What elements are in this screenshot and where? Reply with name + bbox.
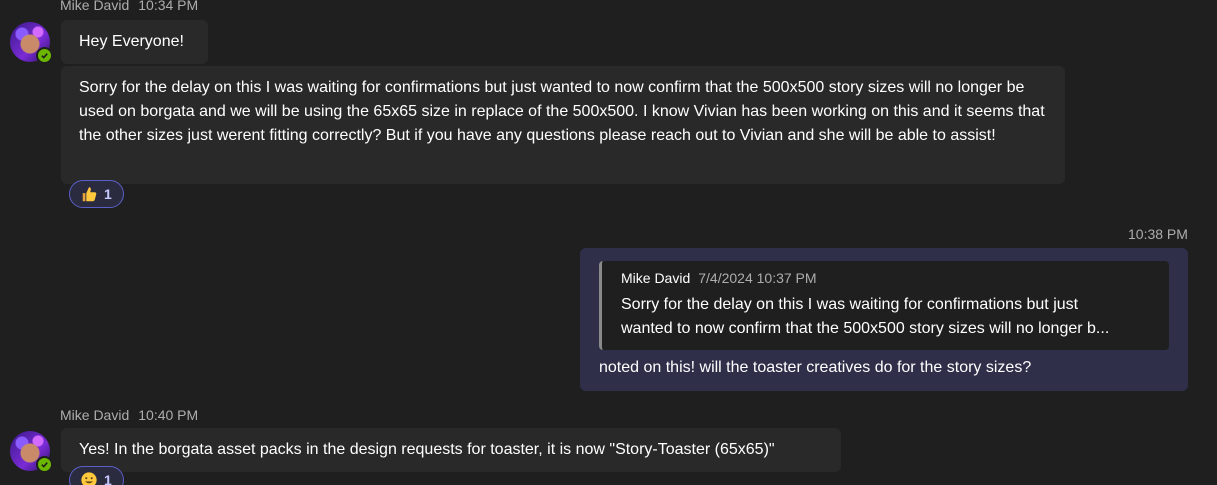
chat-thread: Mike David 10:34 PM Hey Everyone! Sorry f… <box>0 0 1217 485</box>
message-text: Yes! In the borgata asset packs in the d… <box>79 441 775 458</box>
message-text: noted on this! will the toaster creative… <box>599 359 1032 376</box>
message-bubble[interactable]: Yes! In the borgata asset packs in the d… <box>61 428 841 472</box>
presence-available-icon <box>36 456 53 473</box>
sender-name[interactable]: Mike David <box>60 0 129 13</box>
reaction-thumbs-up[interactable]: 1 <box>69 180 124 208</box>
reaction-count: 1 <box>104 186 112 202</box>
quote-line: Sorry for the delay on this I was waitin… <box>621 296 1079 313</box>
grinning-face-icon <box>81 472 97 485</box>
quote-line: wanted to now confirm that the 500x500 s… <box>621 320 1110 337</box>
quote-time: 7/4/2024 10:37 PM <box>698 270 817 286</box>
quoted-reply[interactable]: Mike David 7/4/2024 10:37 PM Sorry for th… <box>599 261 1169 350</box>
message-bubble[interactable]: Sorry for the delay on this I was waitin… <box>61 66 1065 184</box>
message-time: 10:34 PM <box>138 0 199 13</box>
presence-available-icon <box>36 47 53 64</box>
sender-name[interactable]: Mike David <box>60 407 129 423</box>
message-text: Hey Everyone! <box>79 33 184 50</box>
avatar[interactable] <box>10 22 53 64</box>
quote-sender: Mike David <box>621 270 691 286</box>
thumbs-up-icon <box>82 187 97 202</box>
message-time: 10:40 PM <box>138 407 199 423</box>
message-header: Mike David 10:34 PM <box>60 0 198 13</box>
reaction-grinning-face[interactable]: 1 <box>69 466 124 485</box>
message-text: Sorry for the delay on this I was waitin… <box>79 79 1045 144</box>
message-header: Mike David 10:40 PM <box>60 407 198 423</box>
my-message-bubble[interactable]: Mike David 7/4/2024 10:37 PM Sorry for th… <box>580 248 1188 391</box>
message-bubble[interactable]: Hey Everyone! <box>61 20 208 64</box>
avatar[interactable] <box>10 431 53 473</box>
quote-header: Mike David 7/4/2024 10:37 PM <box>621 270 817 286</box>
message-time: 10:38 PM <box>1128 226 1188 242</box>
reaction-count: 1 <box>104 472 112 485</box>
quote-text: Sorry for the delay on this I was waitin… <box>621 293 1156 341</box>
